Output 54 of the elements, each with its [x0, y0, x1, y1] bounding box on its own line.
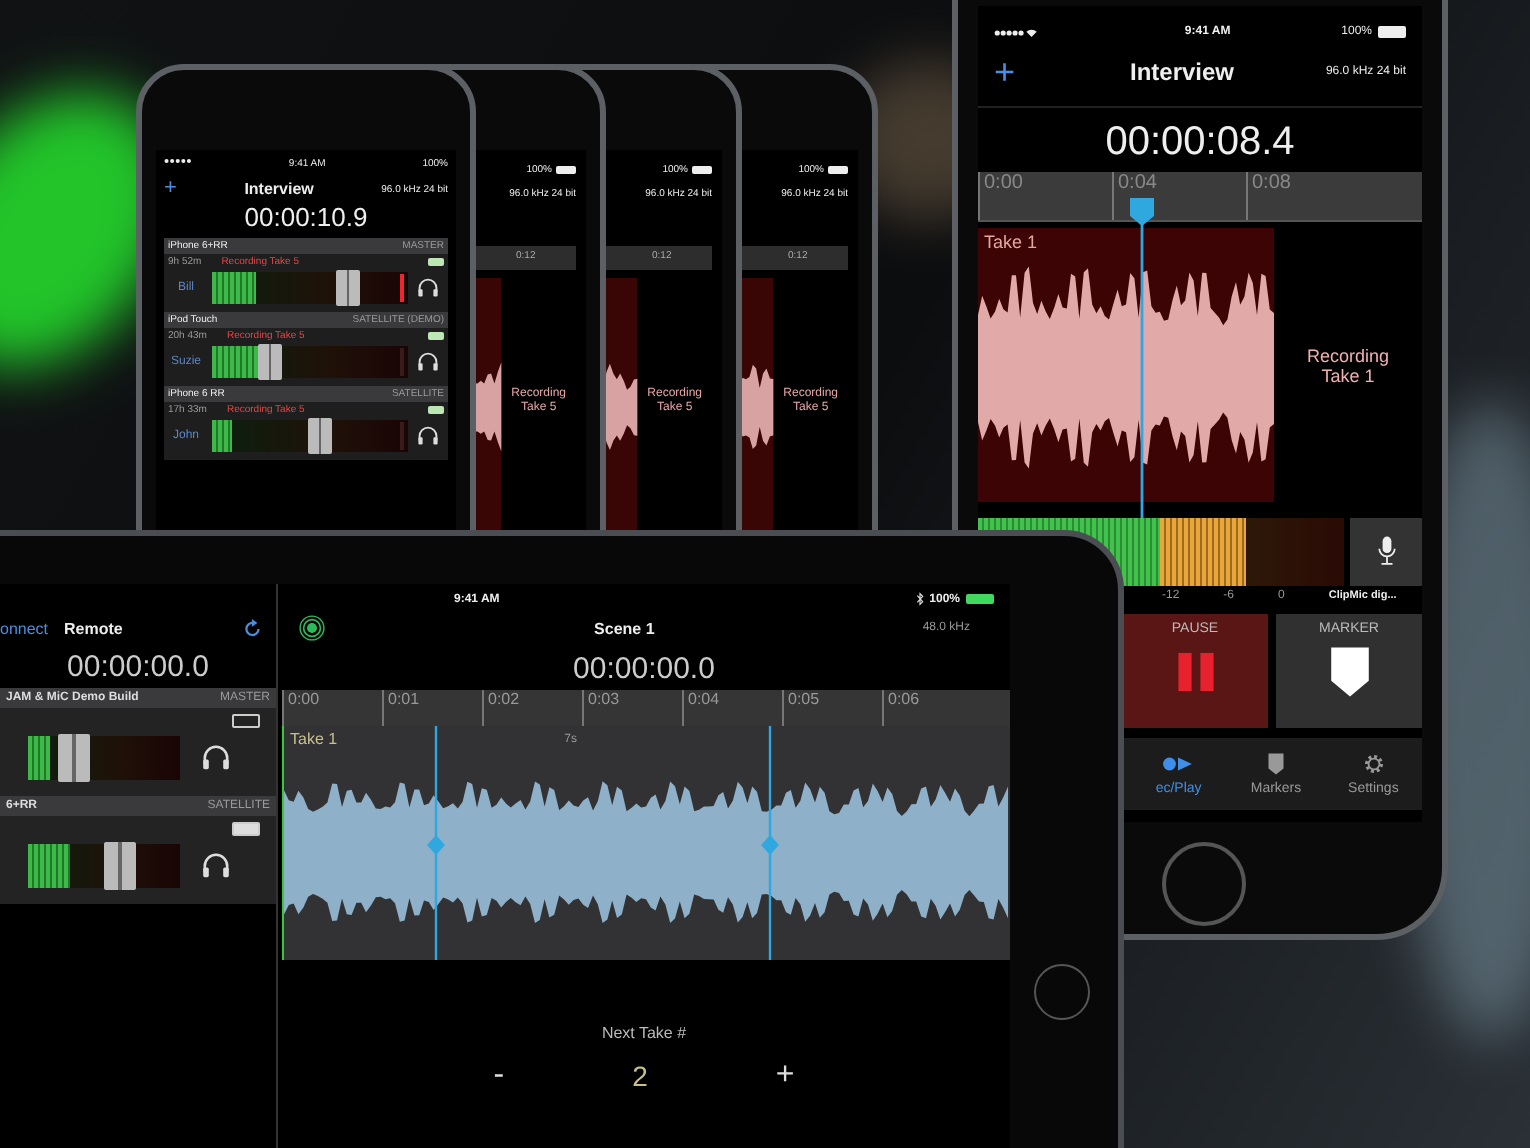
- headphones-icon[interactable]: [416, 350, 440, 374]
- decrement-button[interactable]: -: [485, 1058, 513, 1094]
- battery-icon: [428, 406, 444, 414]
- marker-line[interactable]: [426, 726, 446, 960]
- battery-icon: [966, 594, 994, 604]
- bluetooth-icon: [915, 592, 924, 606]
- battery-icon: [828, 166, 848, 174]
- fader-handle[interactable]: [258, 344, 283, 380]
- scene-title: Scene 1: [592, 619, 657, 637]
- fader-handle[interactable]: [57, 734, 90, 782]
- recording-status: Recording Take 1: [1304, 345, 1392, 385]
- playhead-marker[interactable]: [1130, 198, 1154, 518]
- headphones-icon[interactable]: [200, 742, 232, 774]
- session-title: Interview: [1130, 58, 1237, 86]
- battery-icon: [232, 714, 260, 728]
- add-button[interactable]: +: [164, 178, 177, 200]
- remote-tab[interactable]: Remote: [64, 620, 226, 638]
- battery-icon: [428, 332, 444, 340]
- marker-line[interactable]: [760, 726, 780, 960]
- battery-icon: [556, 166, 576, 174]
- home-button[interactable]: [1034, 964, 1090, 1020]
- take-label: Take 1: [984, 232, 1038, 252]
- signal-icon: [994, 27, 1038, 37]
- marker-icon: [1327, 646, 1371, 698]
- home-button[interactable]: [1162, 842, 1246, 926]
- timecode: 00:00:10.9: [242, 202, 370, 232]
- connect-link[interactable]: onnect: [0, 620, 49, 638]
- increment-button[interactable]: +: [767, 1058, 803, 1094]
- battery-icon: [428, 258, 444, 266]
- timecode: 00:00:00.0: [571, 650, 717, 690]
- headphones-icon[interactable]: [416, 424, 440, 448]
- fader-handle[interactable]: [335, 270, 360, 306]
- battery-icon: [232, 822, 260, 836]
- take-label: Take 1: [290, 730, 338, 748]
- ruler-tick: 0:00: [978, 172, 1112, 220]
- input-button[interactable]: [1350, 518, 1422, 586]
- session-title: Interview: [244, 180, 314, 198]
- fader-handle[interactable]: [103, 842, 136, 890]
- record-status-icon[interactable]: [298, 614, 326, 642]
- signal-icon: [164, 158, 192, 164]
- headphones-icon[interactable]: [200, 850, 232, 882]
- fader-handle[interactable]: [307, 418, 332, 454]
- timecode: 00:00:08.4: [978, 106, 1422, 166]
- timecode: 00:00:00.0: [65, 648, 211, 688]
- battery-icon: [692, 166, 712, 174]
- take-number: 2: [632, 1060, 648, 1092]
- next-take-label: Next Take #: [601, 1024, 687, 1042]
- refresh-icon[interactable]: [242, 618, 264, 640]
- battery-icon: [1378, 26, 1406, 38]
- microphone-icon: [1375, 534, 1397, 570]
- headphones-icon[interactable]: [416, 276, 440, 300]
- record-play-icon: [1162, 752, 1195, 776]
- add-button[interactable]: +: [994, 54, 1114, 90]
- ruler-tick: 0:08: [1246, 172, 1380, 220]
